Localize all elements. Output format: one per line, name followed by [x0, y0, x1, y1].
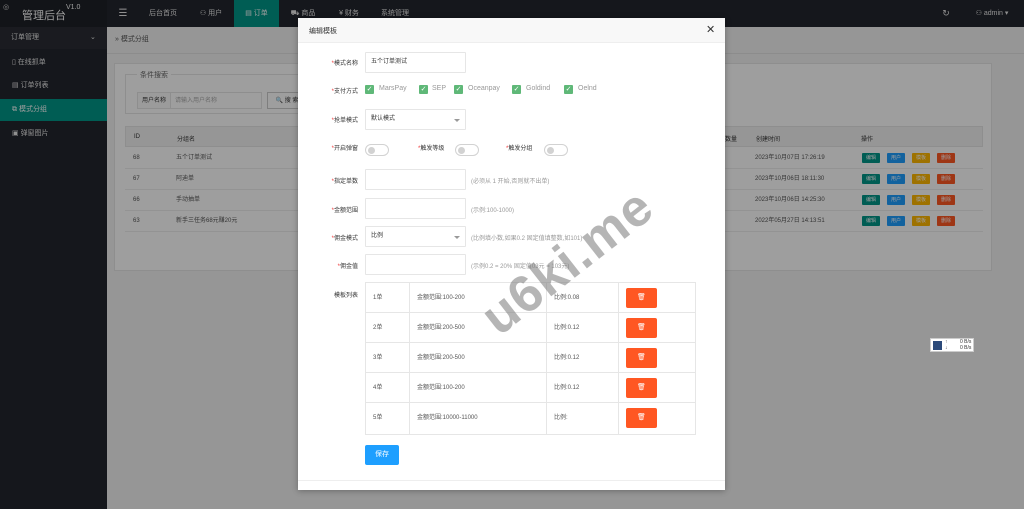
modal-header: 编辑模板 ✕	[298, 18, 725, 43]
trash-icon: 🗑	[637, 294, 646, 301]
tier-ratio: 比例:0.12	[554, 355, 580, 361]
close-icon[interactable]: ✕	[706, 23, 715, 36]
checkbox-oelnd[interactable]: ✓	[564, 85, 573, 94]
trash-icon: 🗑	[637, 324, 646, 331]
pay-label: *支付方式	[331, 89, 358, 95]
grab-mode-select[interactable]: 默认模式	[365, 109, 466, 130]
tier-range: 金额范围:100-200	[417, 385, 465, 391]
tier-order: 2单	[373, 325, 383, 331]
fixed-count-input[interactable]	[365, 169, 466, 190]
commission-mode-label: *佣金模式	[331, 236, 358, 242]
template-list-label: 模板列表	[333, 293, 358, 299]
tier-order: 1单	[373, 295, 383, 301]
trash-icon: 🗑	[637, 354, 646, 361]
network-speed-widget: ↑ 0 B/s ↓ 0 B/s	[930, 338, 974, 352]
commission-value-input[interactable]	[365, 254, 466, 275]
grab-mode-label: *抢单模式	[331, 118, 358, 124]
tier-range: 金额范围:200-500	[417, 355, 465, 361]
commission-mode-select[interactable]: 比例	[365, 226, 466, 247]
tier-range: 金额范围:100-200	[417, 295, 465, 301]
mode-name-input[interactable]: 五个订单测试	[365, 52, 466, 73]
delete-tier-button[interactable]: 🗑	[626, 288, 657, 308]
trash-icon: 🗑	[637, 384, 646, 391]
fixed-count-label: *指定单数	[331, 179, 358, 185]
checkbox-sep[interactable]: ✓	[419, 85, 428, 94]
amount-range-input[interactable]	[365, 198, 466, 219]
download-arrow: ↓	[945, 345, 948, 351]
tier-range: 金额范围:10000-11000	[417, 415, 478, 421]
chevron-down-icon	[454, 119, 460, 122]
checkbox-goldind[interactable]: ✓	[512, 85, 521, 94]
trigger-group-switch[interactable]	[544, 144, 568, 156]
delete-tier-button[interactable]: 🗑	[626, 318, 657, 338]
trigger-group-label: *触发分组	[506, 146, 533, 152]
pay-options: ✓ MarsPay ✓ SEP ✓ Oceanpay ✓ Goldind ✓ Oelnd	[365, 85, 597, 94]
modal-title: 编辑模板	[309, 28, 337, 35]
delete-tier-button[interactable]: 🗑	[626, 348, 657, 368]
tier-ratio: 比例:	[554, 415, 568, 421]
chevron-down-icon	[454, 236, 460, 239]
tier-ratio: 比例:0.12	[554, 325, 580, 331]
tier-row: 3单 金额范围:200-500 比例:0.12 🗑	[366, 343, 695, 373]
popup-label: *开启弹窗	[331, 146, 358, 152]
amount-range-hint: (示例:100-1000)	[471, 208, 515, 214]
fixed-count-hint: (必须从 1 开始,否则就不出单)	[471, 179, 550, 185]
commission-value-label: *佣金值	[337, 264, 358, 270]
tier-row: 5单 金额范围:10000-11000 比例: 🗑	[366, 403, 695, 433]
tier-row: 4单 金额范围:100-200 比例:0.12 🗑	[366, 373, 695, 403]
checkbox-oceanpay[interactable]: ✓	[454, 85, 463, 94]
delete-tier-button[interactable]: 🗑	[626, 378, 657, 398]
amount-range-label: *金额范围	[331, 208, 358, 214]
edit-template-modal: 编辑模板 ✕ *模式名称 五个订单测试 *支付方式 ✓ MarsPay ✓ SEP …	[298, 18, 725, 490]
network-icon	[933, 341, 942, 350]
tier-order: 4单	[373, 385, 383, 391]
delete-tier-button[interactable]: 🗑	[626, 408, 657, 428]
tier-ratio: 比例:0.12	[554, 385, 580, 391]
checkbox-marspay[interactable]: ✓	[365, 85, 374, 94]
tier-range: 金额范围:200-500	[417, 325, 465, 331]
popup-switch[interactable]	[365, 144, 389, 156]
save-button[interactable]: 保存	[365, 445, 399, 465]
trash-icon: 🗑	[637, 414, 646, 421]
divider	[298, 480, 725, 481]
mode-name-label: *模式名称	[331, 61, 358, 67]
tier-order: 3单	[373, 355, 383, 361]
tier-order: 5单	[373, 415, 383, 421]
trigger-level-switch[interactable]	[455, 144, 479, 156]
trigger-level-label: *触发等级	[418, 146, 445, 152]
